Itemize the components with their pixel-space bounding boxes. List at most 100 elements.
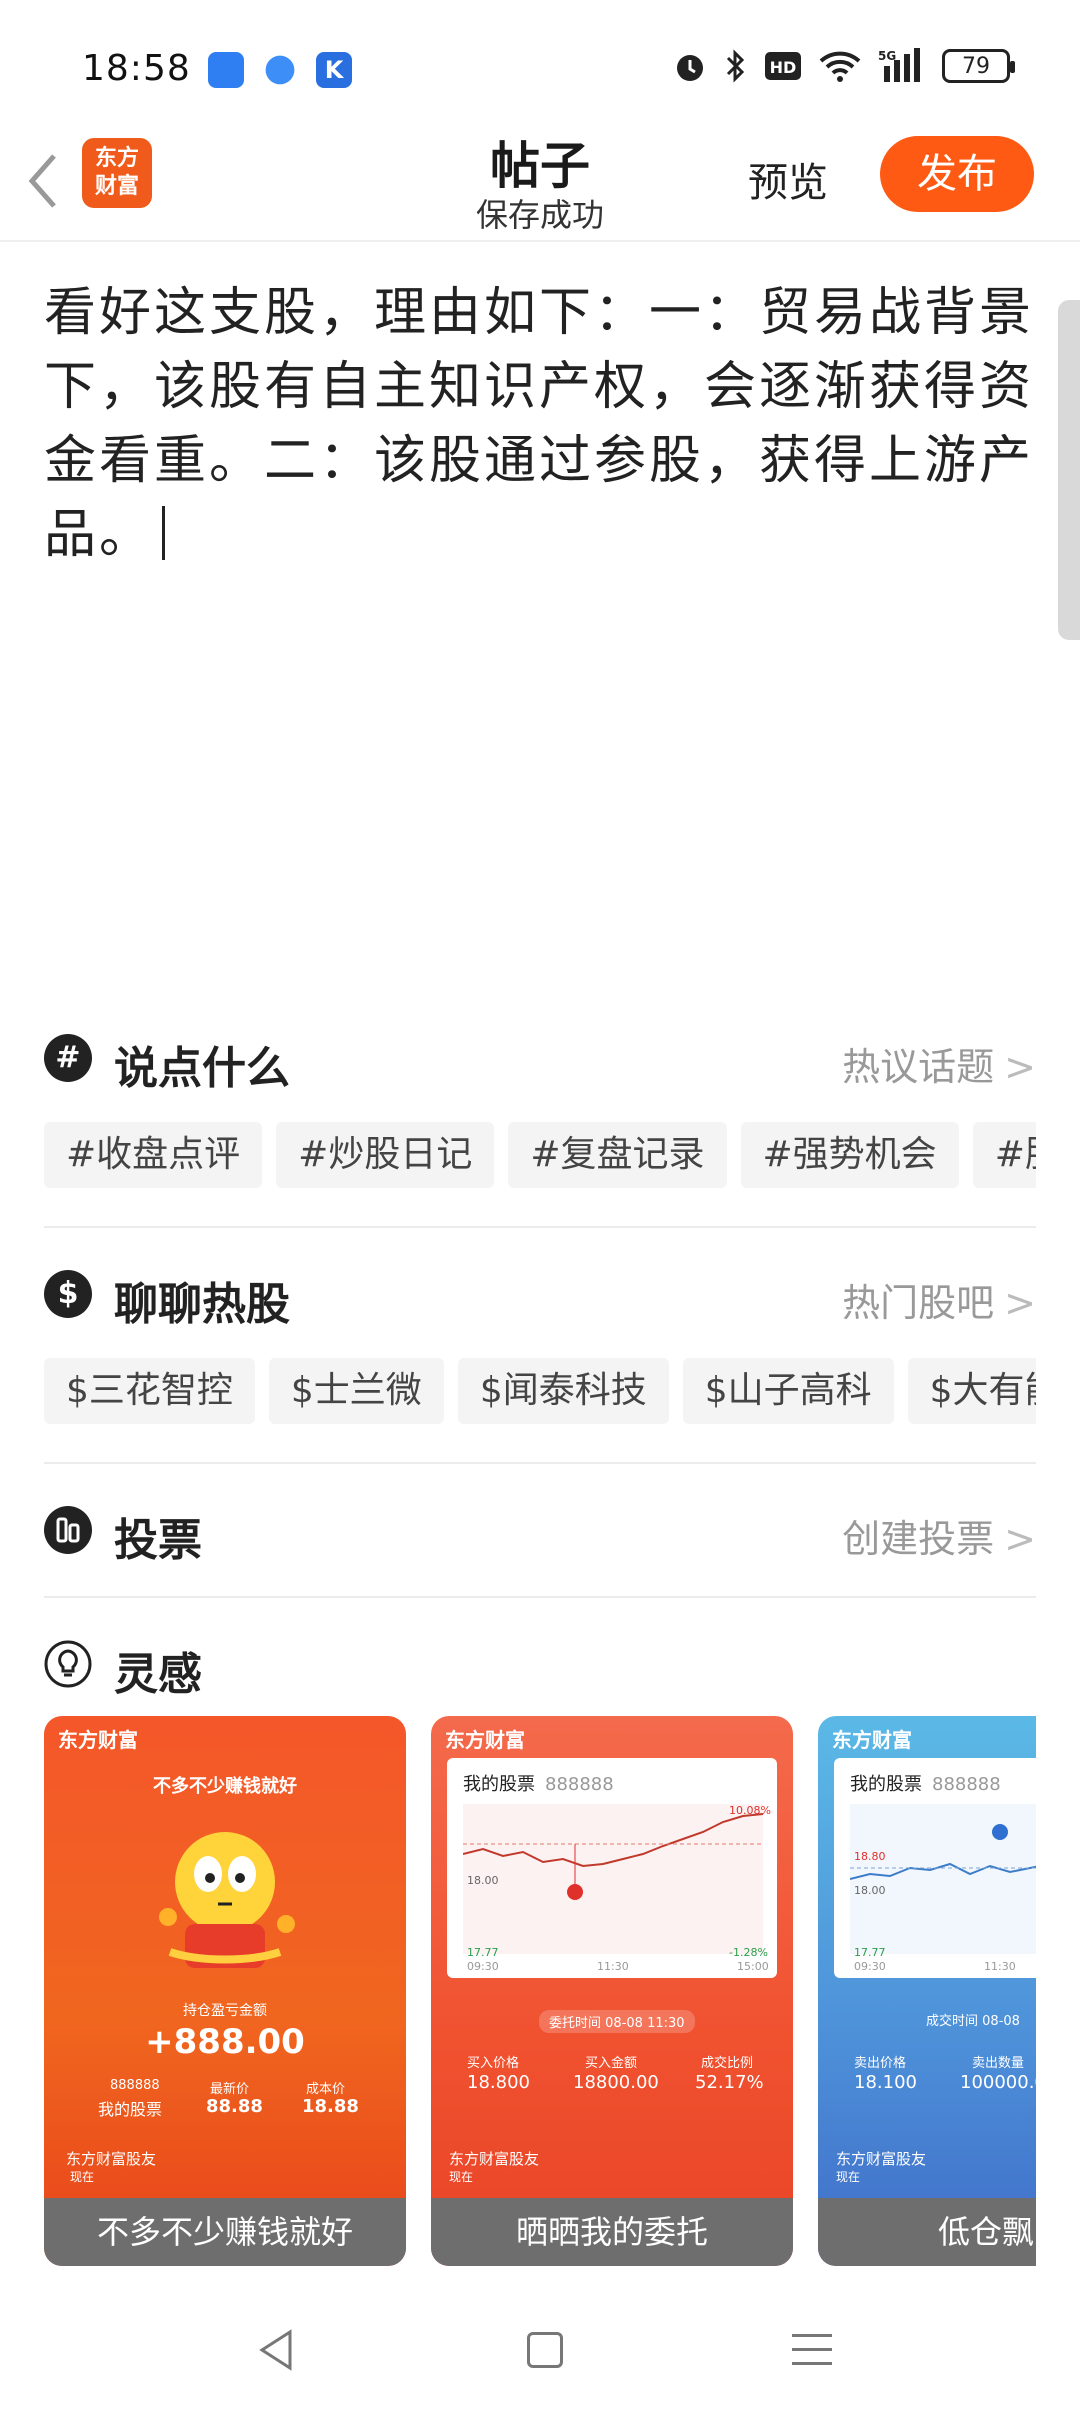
top-pct: 10.08% [729,1804,771,1817]
post-editor-screen: 18:58 K HD 5G 79 东方 财富 帖子 保存成功 预览 发布 看好这支… [0,0,1080,2412]
app-notification-icon [265,55,295,85]
publish-button[interactable]: 发布 [880,136,1034,212]
ratio-value: 52.17% [695,2072,764,2093]
battery-icon: 79 [942,49,1015,83]
topic-chip[interactable]: #复盘记录 [508,1122,727,1188]
vote-title: 投票 [114,1515,202,1566]
dollar-icon: $ [44,1270,92,1318]
stock-chip[interactable]: $山子高科 [682,1358,894,1424]
inspiration-title: 灵感 [114,1649,202,1700]
panel-title: 我的股票 888888 [463,1770,614,1796]
panel-stock-name: 我的股票 [463,1774,535,1795]
create-vote-link[interactable]: 创建投票 > [842,1508,1036,1563]
sell-qty-value: 100000.0 [960,2072,1036,2093]
vote-section[interactable]: 投票 创建投票 > [44,1502,1036,1572]
post-content-input[interactable]: 看好这支股，理由如下：一：贸易战背景下，该股有自主知识产权，会逐渐获得资金看重。… [44,276,1040,572]
bottom-pct: -1.28% [729,1946,768,1959]
intraday-chart [463,1804,763,1954]
divider [44,1226,1036,1228]
bluetooth-icon [726,49,745,83]
hot-forums-label: 热门股吧 [842,1281,995,1325]
chevron-right-icon: > [1004,1281,1036,1325]
divider [44,1596,1036,1598]
hot-stocks-section: $ 聊聊热股 热门股吧> $三花智控$士兰微$闻泰科技$山子高科$大有能 [44,1266,1036,1436]
cost-label: 成本价 [306,2082,346,2097]
card-preview: 东方财富 我的股票 888888 18.80 18.00 17.77 09:30 … [818,1716,1036,2198]
nav-recents-icon[interactable] [792,2334,832,2376]
hd-icon: HD [765,52,801,80]
latest-value: 88.88 [206,2096,263,2117]
hot-stocks-title: 聊聊热股 [114,1279,290,1330]
inspiration-card[interactable]: 东方财富 不多不少赚钱就好 持仓盈亏金额 +888.00 888888 我的股票… [44,1716,406,2266]
alarm-icon [677,55,703,81]
time-end: 15:00 [737,1960,769,1973]
topic-chip[interactable]: #收盘点评 [44,1122,263,1188]
svg-text:HD: HD [770,58,797,77]
card-footer-sub: 现在 [70,2170,95,2184]
topic-chip[interactable]: #强势机会 [740,1122,959,1188]
stock-chip[interactable]: $三花智控 [44,1358,255,1424]
card-brand: 东方财富 [445,1728,525,1752]
stock-code: 888888 [110,2078,160,2093]
stock-chip[interactable]: $大有能 [907,1358,1036,1424]
amount-label: 持仓盈亏金额 [183,2003,267,2019]
low-price: 17.77 [854,1946,886,1959]
topic-header: # 说点什么 热议话题 > [44,1030,1036,1094]
card-label: 不多不少赚钱就好 [44,2198,406,2266]
status-bar: 18:58 K HD 5G 79 [0,0,1080,130]
nav-home-icon[interactable] [527,2332,563,2368]
buy-amount-label: 买入金额 [585,2056,638,2071]
buy-price-value: 18.800 [467,2072,530,2093]
mid-price: 18.00 [854,1884,886,1897]
battery-level: 79 [962,53,990,79]
ratio-label: 成交比例 [701,2056,754,2071]
card-label: 低仓飘 [818,2198,1036,2266]
inspiration-header: 灵感 [44,1636,1036,1700]
app-notification-icon: K [316,52,352,88]
time-start: 09:30 [854,1960,886,1973]
topic-chip[interactable]: #股市 [972,1122,1036,1188]
wifi-icon [819,51,861,82]
top-bar: 东方 财富 帖子 保存成功 预览 发布 [0,120,1080,242]
hot-topics-label: 热议话题 [842,1045,995,1089]
chevron-right-icon: > [1004,1045,1036,1089]
preview-button[interactable]: 预览 [748,150,828,208]
panel-stock-code: 888888 [932,1774,1001,1795]
card-footer-sub: 现在 [449,2170,474,2184]
card-footer-sub: 现在 [836,2170,861,2184]
divider [44,1462,1036,1464]
topic-chip[interactable]: #炒股日记 [276,1122,495,1188]
svg-text:5G: 5G [878,49,896,63]
card-brand: 东方财富 [58,1728,138,1752]
card-label: 晒晒我的委托 [431,2198,793,2266]
stock-chip[interactable]: $闻泰科技 [457,1358,669,1424]
stock-name: 我的股票 [98,2100,163,2119]
buy-amount-value: 18800.00 [573,2072,659,2093]
nav-back-icon[interactable] [256,2328,296,2372]
inspiration-card[interactable]: 东方财富 我的股票 888888 18.80 18.00 17.77 09:30 … [818,1716,1036,2266]
panel-title: 我的股票 888888 [850,1770,1001,1796]
vote-header: 投票 创建投票 > [44,1502,1036,1566]
sell-price-value: 18.100 [854,2072,917,2093]
hot-forums-link[interactable]: 热门股吧 > [842,1272,1036,1327]
hashtag-icon: # [44,1034,92,1082]
order-time: 委托时间 08-08 11:30 [539,2010,695,2033]
trade-time-label: 成交时间 [926,2014,979,2029]
chart-panel: 我的股票 888888 10.08% 18.00 17.77 -1.28% 09:… [447,1758,777,1978]
topic-section: # 说点什么 热议话题> #收盘点评#炒股日记#复盘记录#强势机会#股市 [44,1030,1036,1200]
inspiration-card[interactable]: 东方财富 我的股票 888888 10.08% 18.00 17.77 -1.28… [431,1716,793,2266]
mascot-image [159,1832,295,1968]
stock-chip[interactable]: $士兰微 [268,1358,444,1424]
topic-title: 说点什么 [114,1043,290,1094]
inspiration-cards: 东方财富 不多不少赚钱就好 持仓盈亏金额 +888.00 888888 我的股票… [44,1716,1036,2266]
sell-price-label: 卖出价格 [854,2056,907,2071]
top-price: 18.80 [854,1850,886,1863]
order-time-label: 委托时间 [549,2016,602,2031]
intraday-chart [850,1804,1036,1954]
card-footer: 东方财富股友 [449,2150,540,2168]
scrollbar[interactable] [1058,300,1080,640]
clock: 18:58 [82,48,191,89]
trade-time-value: 08-08 [982,2014,1020,2029]
card-brand: 东方财富 [832,1728,912,1752]
hot-topics-link[interactable]: 热议话题 > [842,1036,1036,1091]
